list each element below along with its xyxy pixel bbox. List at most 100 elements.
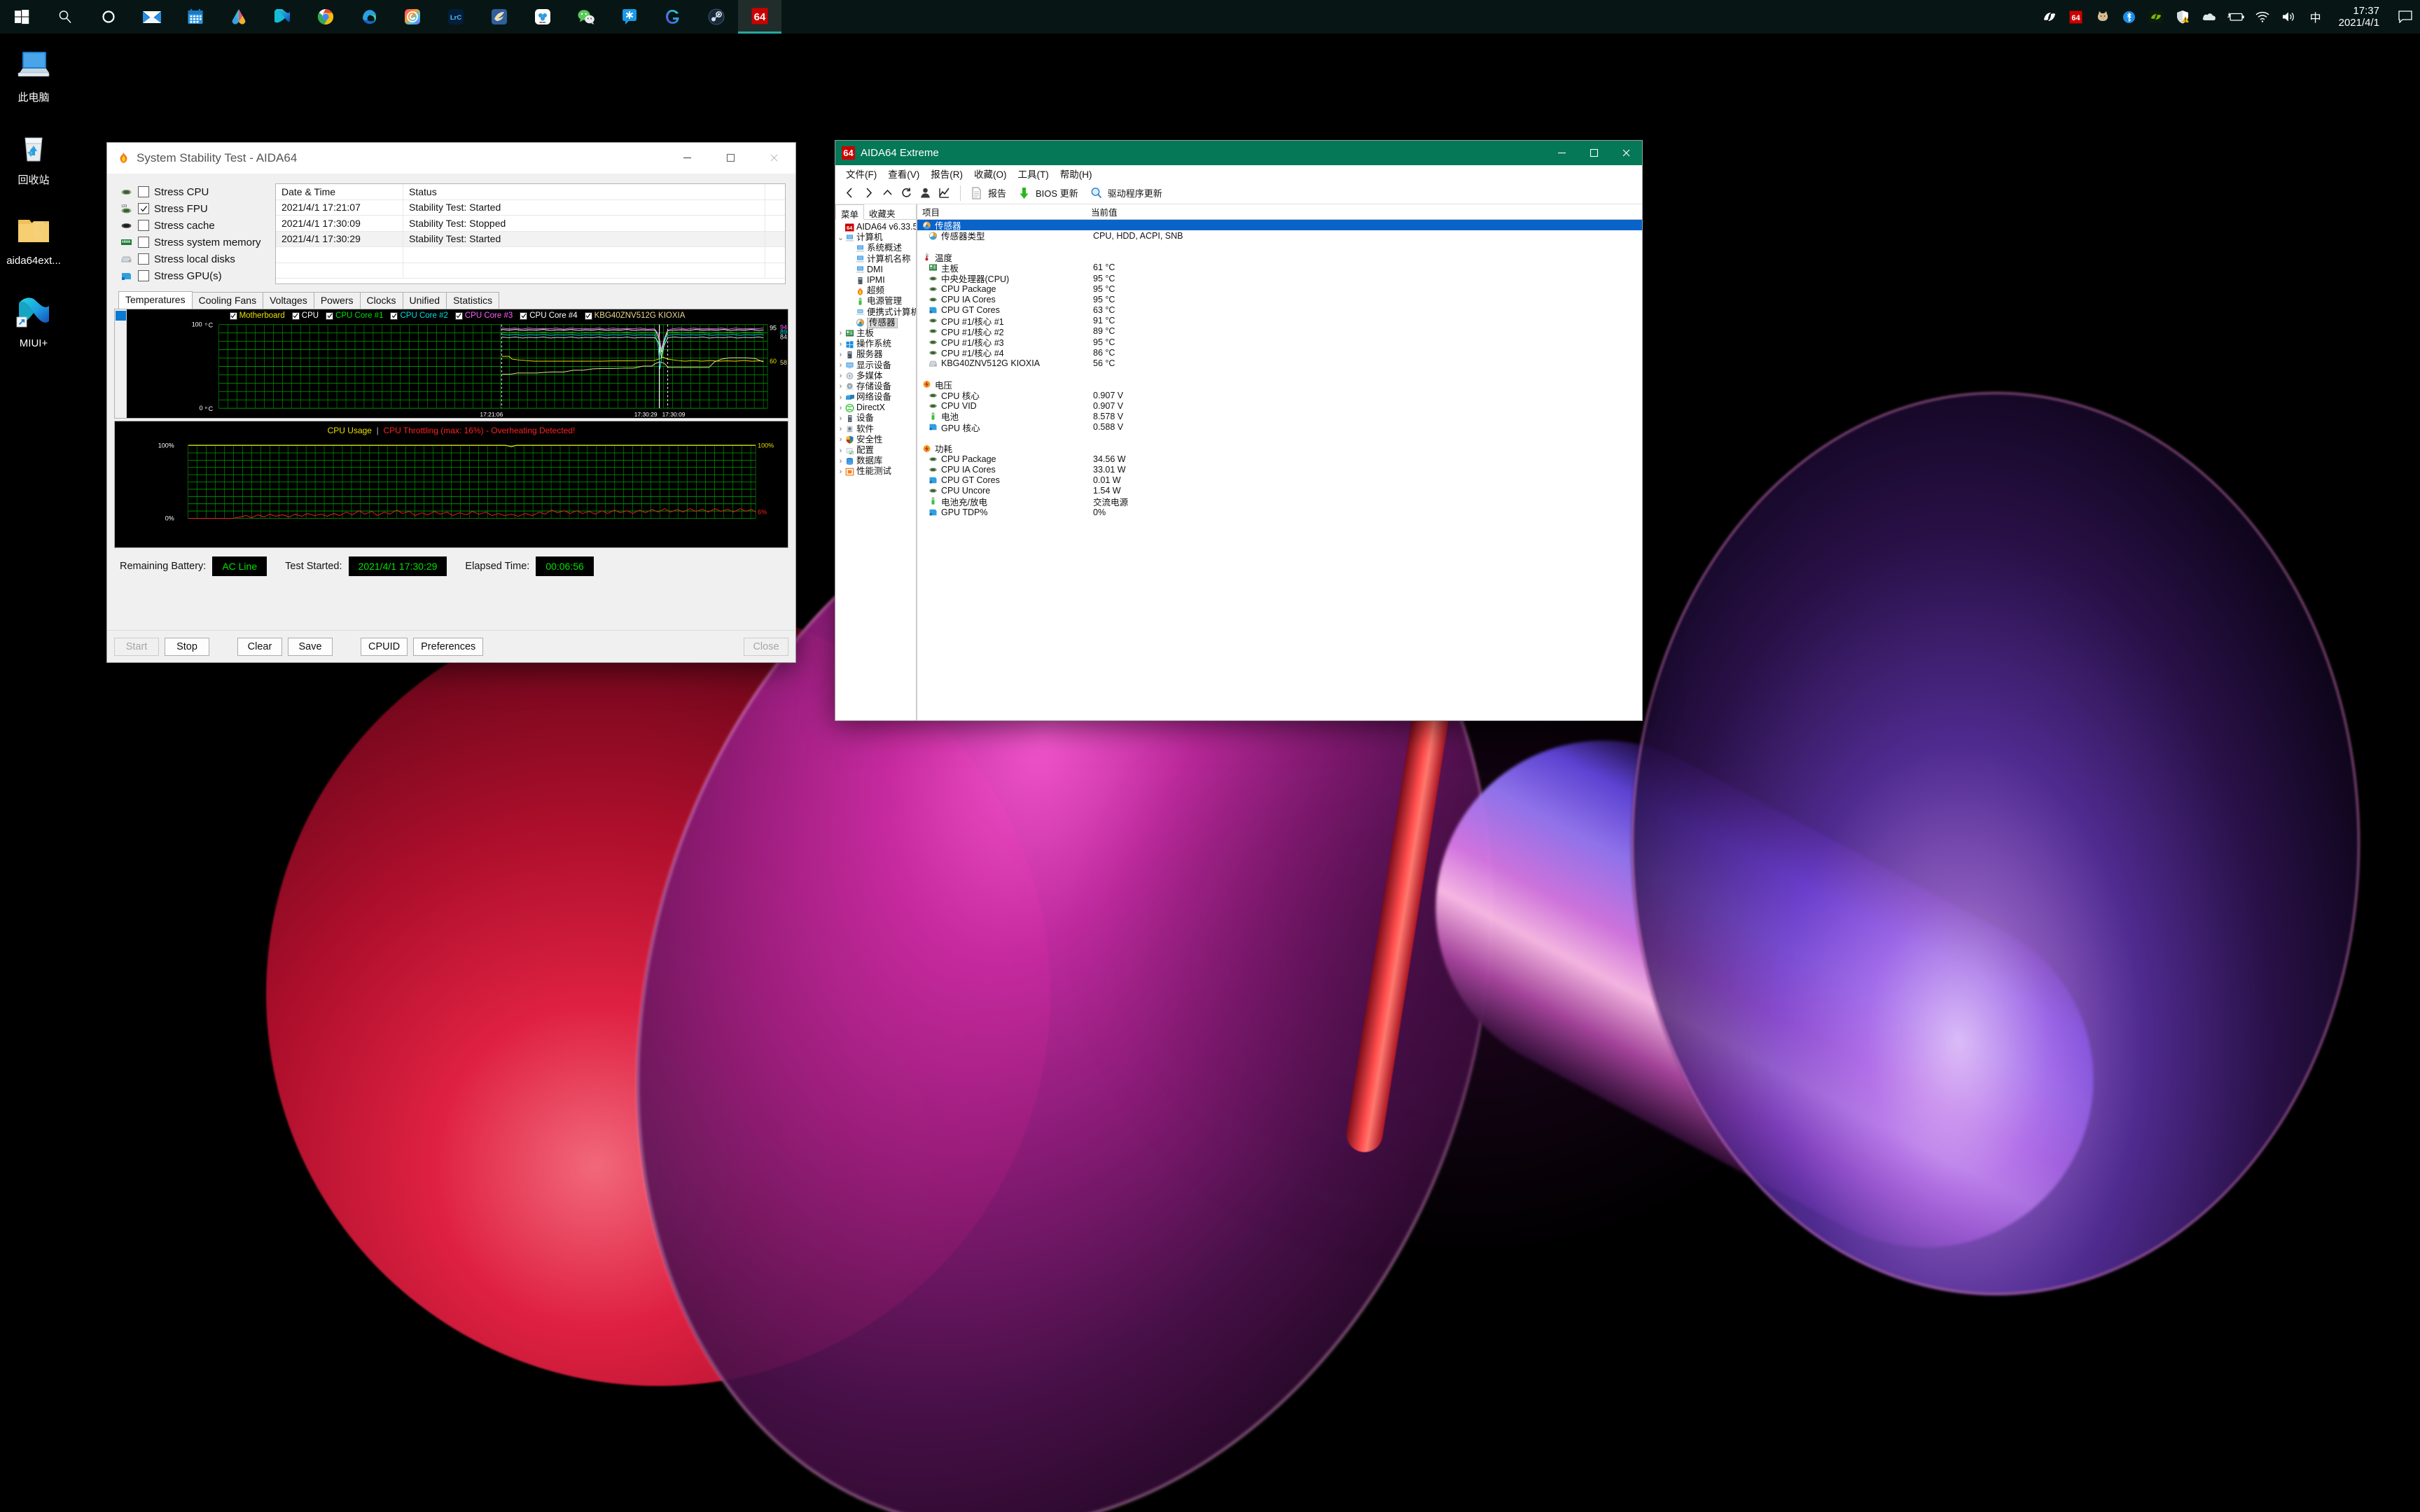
desktop-icon-recycle-bin[interactable]: 回收站 xyxy=(0,126,70,187)
stress-gpu-checkbox[interactable] xyxy=(138,270,149,281)
sensor-row[interactable]: CPU GT Cores 0.01 W xyxy=(917,475,1642,486)
tree-item-19[interactable]: › 软件 xyxy=(835,424,916,435)
dingtalk-button[interactable] xyxy=(608,0,651,34)
table-row[interactable]: 2021/4/1 17:30:29 Stability Test: Starte… xyxy=(276,231,785,247)
stress-option-cpu[interactable]: Stress CPU xyxy=(118,183,267,200)
aida-close-button[interactable] xyxy=(1610,141,1642,165)
cpu-usage-chart[interactable]: CPU Usage | CPU Throttling (max: 16%) - … xyxy=(114,421,788,548)
aida64-extreme-window[interactable]: 64 AIDA64 Extreme 文件(F) 查看(V) 报告(R) 收藏(O… xyxy=(835,140,1643,721)
lightroom-classic-button[interactable]: LrC xyxy=(434,0,478,34)
tree-item-13[interactable]: › 显示设备 xyxy=(835,360,916,370)
chrome-button[interactable] xyxy=(304,0,347,34)
stress-option-disks[interactable]: Stress local disks xyxy=(118,251,267,267)
desktop-icon-miui-plus[interactable]: MIUI+ xyxy=(0,291,70,349)
chevron-right-icon[interactable]: › xyxy=(837,404,844,412)
nvidia-shield-icon[interactable] xyxy=(2036,0,2063,34)
action-center-button[interactable] xyxy=(2391,0,2420,34)
start-button[interactable] xyxy=(0,0,43,34)
tab-clocks[interactable]: Clocks xyxy=(359,292,403,309)
cpuid-button[interactable]: CPUID xyxy=(361,637,408,656)
stress-cache-checkbox[interactable] xyxy=(138,220,149,231)
sensor-row[interactable]: GPU 核心 0.588 V xyxy=(917,422,1642,433)
aida-minimize-button[interactable] xyxy=(1545,141,1578,165)
stress-cpu-checkbox[interactable] xyxy=(138,186,149,197)
clear-button[interactable]: Clear xyxy=(237,637,282,656)
magnifier-icon[interactable] xyxy=(1087,183,1106,203)
sensor-row[interactable]: CPU IA Cores 33.01 W xyxy=(917,464,1642,475)
sensor-row[interactable]: CPU #1/核心 #4 86 °C xyxy=(917,347,1642,358)
edge-button[interactable] xyxy=(347,0,391,34)
save-button[interactable]: Save xyxy=(288,637,333,656)
user-icon[interactable] xyxy=(916,183,935,203)
chevron-right-icon[interactable]: › xyxy=(837,382,844,391)
sensor-row[interactable]: 电池充/放电 交流电源 xyxy=(917,496,1642,507)
search-button[interactable] xyxy=(43,0,87,34)
stress-disks-checkbox[interactable] xyxy=(138,253,149,265)
report-label[interactable]: 报告 xyxy=(988,186,1006,200)
bios-update-label[interactable]: BIOS 更新 xyxy=(1036,186,1078,200)
cortana-button[interactable] xyxy=(87,0,130,34)
chevron-right-icon[interactable]: › xyxy=(837,457,844,465)
sensor-row[interactable]: CPU Package 95 °C xyxy=(917,284,1642,294)
tree-item-23[interactable]: › 性能测试 xyxy=(835,466,916,477)
tab-menu[interactable]: 菜单 xyxy=(835,204,865,220)
tree-item-10[interactable]: › 主板 xyxy=(835,328,916,339)
chevron-right-icon[interactable]: › xyxy=(837,435,844,444)
tab-unified[interactable]: Unified xyxy=(402,292,447,309)
chevron-right-icon[interactable]: › xyxy=(837,372,844,380)
tab-temperatures[interactable]: Temperatures xyxy=(118,291,193,309)
stress-option-fpu[interactable]: 123 Stress FPU xyxy=(118,200,267,217)
sensor-row[interactable]: CPU IA Cores 95 °C xyxy=(917,294,1642,304)
tree-item-7[interactable]: 电源管理 xyxy=(835,296,916,307)
aida-tree[interactable]: 64AIDA64 v6.33.5700⌄计算机系统概述计算机名称DMIIPMI超… xyxy=(835,220,916,720)
chevron-right-icon[interactable]: › xyxy=(837,361,844,370)
temperature-scrollbar[interactable] xyxy=(115,309,127,418)
sensor-row[interactable]: KBG40ZNV512G KIOXIA 56 °C xyxy=(917,358,1642,368)
stress-option-cache[interactable]: Stress cache xyxy=(118,217,267,234)
up-icon[interactable] xyxy=(878,183,897,203)
sensor-row[interactable]: CPU 核心 0.907 V xyxy=(917,390,1642,401)
tab-powers[interactable]: Powers xyxy=(313,292,361,309)
sensor-row[interactable]: CPU Package 34.56 W xyxy=(917,454,1642,464)
menu-file[interactable]: 文件(F) xyxy=(840,165,882,182)
aida64-button[interactable]: 64 xyxy=(738,0,781,34)
scrollbar-thumb[interactable] xyxy=(116,311,126,321)
download-arrow-icon[interactable] xyxy=(1015,183,1034,203)
menu-help[interactable]: 帮助(H) xyxy=(1055,165,1098,182)
tree-item-3[interactable]: 计算机名称 xyxy=(835,254,916,265)
aida-sensor-rows[interactable]: 传感器 传感器类型 CPU, HDD, ACPI, SNB 温度 主板 61 °C 中央处理… xyxy=(917,220,1642,720)
sensor-row[interactable]: 传感器类型 CPU, HDD, ACPI, SNB xyxy=(917,230,1642,241)
steam-button[interactable] xyxy=(695,0,738,34)
system-stability-test-window[interactable]: System Stability Test - AIDA64 Stress CP… xyxy=(106,142,796,663)
gee-button[interactable] xyxy=(651,0,695,34)
chevron-right-icon[interactable]: › xyxy=(837,468,844,476)
sensor-row[interactable]: GPU TDP% 0% xyxy=(917,507,1642,517)
refresh-icon[interactable] xyxy=(897,183,916,203)
sst-minimize-button[interactable] xyxy=(665,143,709,174)
tree-item-14[interactable]: › 多媒体 xyxy=(835,371,916,382)
stress-fpu-checkbox[interactable] xyxy=(138,203,149,214)
creative-cloud-button[interactable] xyxy=(391,0,434,34)
tree-item-4[interactable]: DMI xyxy=(835,265,916,275)
chart-icon[interactable] xyxy=(935,183,954,203)
tab-statistics[interactable]: Statistics xyxy=(446,292,500,309)
menu-tools[interactable]: 工具(T) xyxy=(1013,165,1055,182)
chevron-right-icon[interactable]: › xyxy=(837,425,844,433)
stress-option-gpu[interactable]: Stress GPU(s) xyxy=(118,267,267,284)
tree-item-1[interactable]: ⌄ 计算机 xyxy=(835,232,916,243)
shield-warning-icon[interactable] xyxy=(2169,0,2196,34)
stress-option-memory[interactable]: Stress system memory xyxy=(118,234,267,251)
chevron-down-icon[interactable]: ⌄ xyxy=(837,233,844,242)
menu-view[interactable]: 查看(V) xyxy=(882,165,925,182)
tab-favorites[interactable]: 收藏夹 xyxy=(864,204,900,219)
start-button[interactable]: Start xyxy=(114,637,159,656)
close-button[interactable]: Close xyxy=(744,637,788,656)
tray-aida64-icon[interactable]: 64 xyxy=(2063,0,2089,34)
tree-item-12[interactable]: › 服务器 xyxy=(835,349,916,360)
chevron-right-icon[interactable]: › xyxy=(837,393,844,402)
miui-plus-button[interactable] xyxy=(260,0,304,34)
menu-favorites[interactable]: 收藏(O) xyxy=(968,165,1013,182)
kingsoft-button[interactable] xyxy=(478,0,521,34)
driver-update-label[interactable]: 驱动程序更新 xyxy=(1108,186,1162,200)
chevron-right-icon[interactable]: › xyxy=(837,351,844,359)
